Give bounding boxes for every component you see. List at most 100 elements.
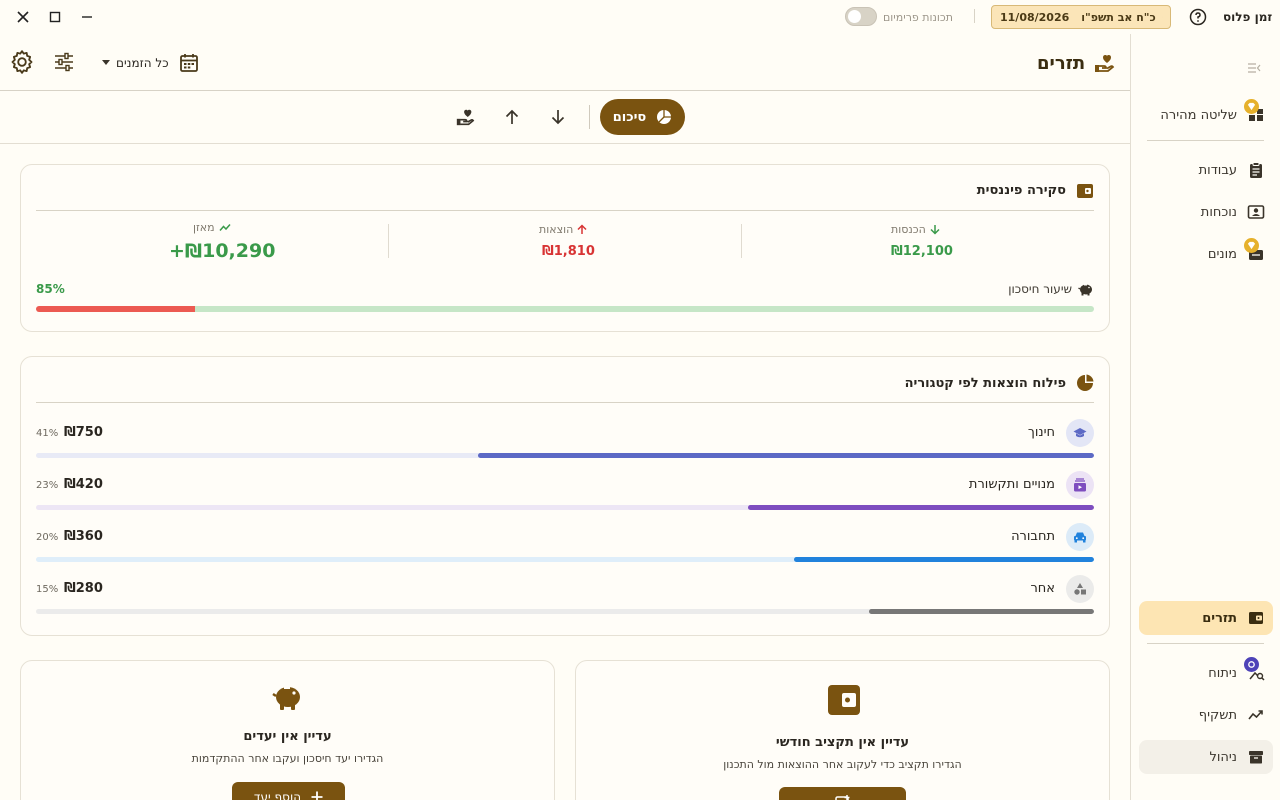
sidebar: שליטה מהירה עבודות נוכחות מונים תזרים ני… [1130,34,1280,800]
header-divider [0,90,1130,91]
sidebar-item-attendance[interactable]: נוכחות [1139,195,1273,229]
wallet-icon [827,684,861,718]
car-icon [1066,523,1094,551]
tab-summary[interactable]: סיכום [600,99,685,135]
pie-chart-icon [1076,374,1094,392]
arrow-up-icon [505,109,519,124]
date-chip[interactable]: 11/08/2026 כ"ח אב תשפ"ו [991,5,1171,29]
category-percent: 15% [36,584,59,595]
income-value: ₪12,100 [891,244,953,259]
premium-badge-icon [1244,99,1259,114]
category-breakdown-card: פילוח הוצאות לפי קטגוריה חינוך ₪750 41% מנו… [20,356,1110,636]
category-bar-fill [748,505,1094,510]
collapse-sidebar-button[interactable] [1243,60,1265,76]
arrow-up-icon [577,224,587,234]
tab-income-button[interactable] [548,107,568,127]
balance-label: מאזן [193,221,231,234]
create-budget-button[interactable] [779,787,906,800]
category-row[interactable]: מנויים ותקשורת ₪420 23% [21,471,1109,519]
stat-divider [741,224,742,258]
tab-savings-button[interactable] [454,106,476,128]
savings-rate-label: שיעור חיסכון [1008,282,1072,296]
overview-divider [36,210,1094,211]
chevron-down-icon [102,60,110,65]
budget-empty-subtitle: הגדירו תקציב כדי לעקוב אחר ההוצאות מול ה… [723,758,962,771]
gear-icon [11,50,33,74]
sidebar-item-label: תשקיף [1198,707,1237,723]
expenses-label: הוצאות [539,223,587,236]
gregorian-date: 11/08/2026 [1000,10,1070,24]
sidebar-item-label: שליטה מהירה [1160,107,1237,123]
sidebar-item-cashflow[interactable]: תזרים [1139,601,1273,635]
sidebar-item-label: תזרים [1202,610,1237,626]
sidebar-item-quick-control[interactable]: שליטה מהירה [1139,98,1273,132]
add-goal-button[interactable]: הוסף יעד [232,782,345,800]
filters-button[interactable] [53,51,75,73]
tabs-divider [589,105,590,129]
category-row[interactable]: תחבורה ₪360 20% [21,523,1109,571]
pie-chart-icon [657,110,672,124]
category-breakdown-title: פילוח הוצאות לפי קטגוריה [904,376,1066,391]
category-bar-fill [794,557,1094,562]
category-label: אחר [1030,581,1055,596]
sidebar-item-forecast[interactable]: תשקיף [1139,698,1273,732]
maximize-window-button[interactable] [44,6,66,28]
add-budget-icon [834,795,849,800]
subtoolbar-divider [0,143,1130,144]
category-bar-track [36,505,1094,510]
minimize-window-button[interactable] [76,6,98,28]
graduation-cap-icon [1066,419,1094,447]
help-button[interactable] [1187,6,1209,28]
page-title: תזרים [1037,53,1086,74]
settings-button[interactable] [9,49,35,75]
income-label-text: הכנסות [891,223,926,236]
app-name: זמן פלוס [1223,10,1273,24]
wallet-icon [1076,183,1094,199]
sidebar-item-counters[interactable]: מונים [1139,237,1273,271]
hand-heart-icon [456,109,475,126]
titlebar-divider [974,9,975,23]
ai-badge-icon [1244,657,1259,672]
sidebar-divider [1147,643,1264,644]
category-percent: 41% [36,428,59,439]
expenses-value: ₪1,810 [542,244,595,259]
analysis-icon [1244,657,1265,682]
sidebar-item-label: ניהול [1209,749,1237,765]
piggy-bank-icon [272,682,304,712]
tab-expenses-button[interactable] [502,107,522,127]
category-row[interactable]: אחר ₪280 15% [21,575,1109,623]
add-goal-label: הוסף יעד [253,790,302,800]
clipboard-icon [1247,161,1265,179]
arrow-down-icon [930,225,940,235]
wallet-icon [1247,609,1265,627]
sidebar-item-jobs[interactable]: עבודות [1139,153,1273,187]
sidebar-item-label: נוכחות [1200,204,1237,220]
help-clock-icon [1189,8,1207,26]
sidebar-item-management[interactable]: ניהול [1139,740,1273,774]
tab-summary-label: סיכום [612,109,647,125]
category-amount: ₪420 [64,477,103,492]
savings-goals-card: עדיין אין יעדים הגדירו יעד חיסכון ועקבו … [20,660,555,800]
minimize-icon [82,16,92,18]
sliders-icon [55,52,73,72]
sidebar-item-label: מונים [1207,246,1237,262]
toggle-knob [848,10,861,23]
category-bar-track [36,453,1094,458]
cashflow-hand-coin-icon [1093,52,1115,74]
category-amount: ₪750 [64,425,103,440]
sidebar-item-analysis[interactable]: ניתוח [1139,656,1273,690]
quick-control-icon [1244,99,1265,124]
category-bar-fill [869,609,1094,614]
balance-label-text: מאזן [193,221,215,234]
arrow-down-icon [551,110,565,125]
category-row[interactable]: חינוך ₪750 41% [21,419,1109,467]
monthly-budget-card: עדיין אין תקציב חודשי הגדירו תקציב כדי ל… [575,660,1110,800]
savings-bar-fill [194,306,1094,312]
category-percent: 20% [36,532,59,543]
category-divider [36,402,1094,403]
sidebar-item-label: עבודות [1198,162,1237,178]
shapes-icon [1066,575,1094,603]
premium-toggle[interactable] [845,7,877,26]
close-window-button[interactable] [12,6,34,28]
period-selector[interactable]: כל הזמנים [102,52,199,74]
